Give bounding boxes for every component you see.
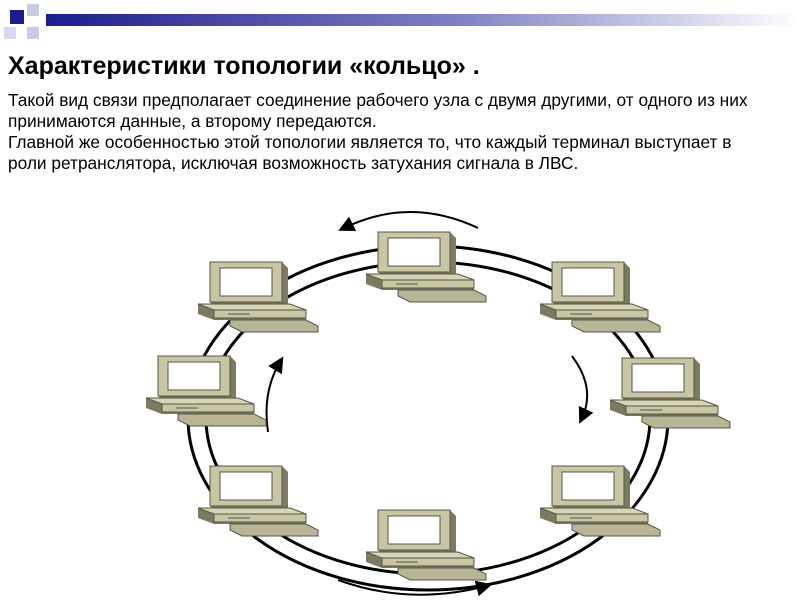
slide-title: Характеристики топологии «кольцо» . xyxy=(8,52,480,80)
computer-node-right xyxy=(609,357,731,429)
header-square-light xyxy=(27,4,39,16)
computer-node-bottom-right xyxy=(539,465,661,537)
paragraph-connection: Такой вид связи предполагает соединение … xyxy=(8,90,748,131)
header-gradient-bar xyxy=(46,14,800,26)
computer-node-left xyxy=(145,355,267,427)
flow-arrow-right xyxy=(571,355,594,424)
ring-topology-diagram xyxy=(145,211,731,597)
header-square-light xyxy=(4,27,16,39)
computer-node-bottom-left xyxy=(197,465,319,537)
header-square-light xyxy=(27,27,39,39)
header-square-dark xyxy=(10,10,24,24)
header-decoration xyxy=(4,4,800,39)
slide-body: Такой вид связи предполагает соединение … xyxy=(8,90,768,174)
flow-arrow-top xyxy=(338,211,479,232)
paragraph-repeater: Главной же особенностью этой топологии я… xyxy=(8,132,732,173)
computer-node-top xyxy=(365,231,487,303)
computer-node-top-right xyxy=(539,261,661,333)
flow-arrow-left xyxy=(265,356,284,433)
